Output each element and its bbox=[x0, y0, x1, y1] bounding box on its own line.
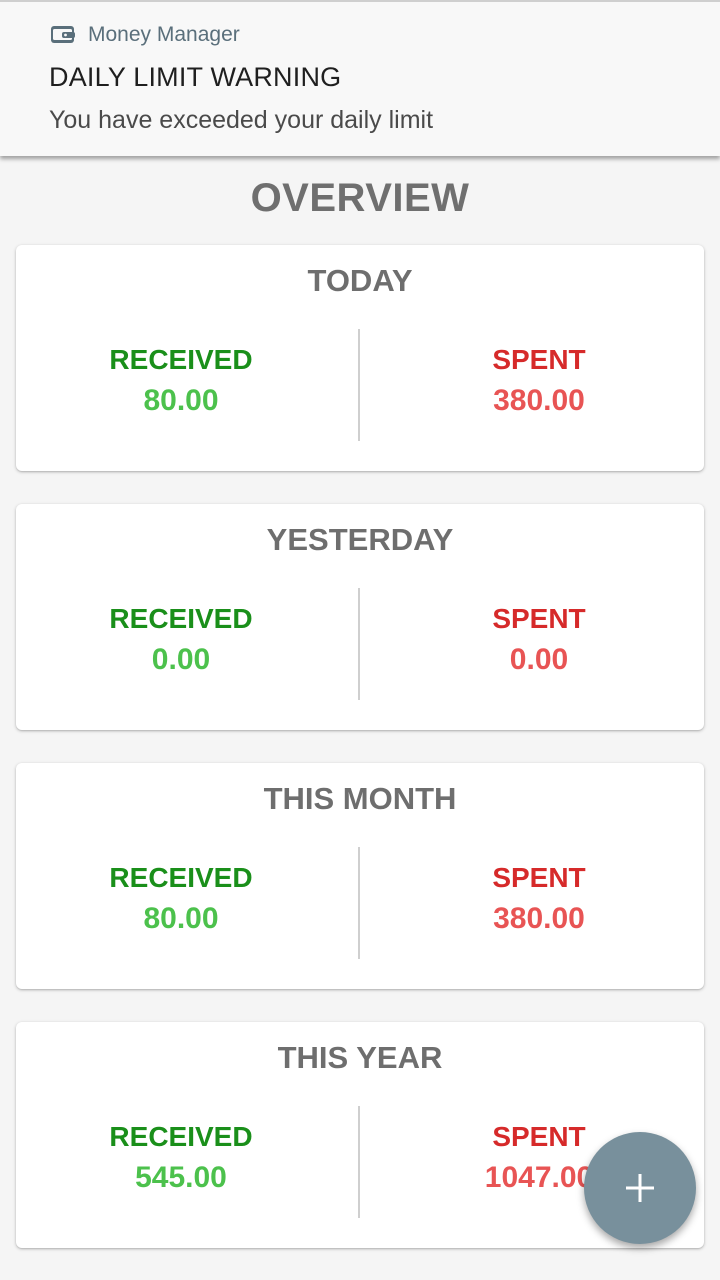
spent-value: 0.00 bbox=[509, 643, 569, 676]
spent-label: SPENT bbox=[492, 603, 586, 634]
received-value: 80.00 bbox=[143, 384, 219, 417]
add-transaction-button[interactable] bbox=[584, 1132, 696, 1244]
received-label: RECEIVED bbox=[109, 862, 253, 893]
received-section: RECEIVED 545.00 bbox=[16, 1120, 346, 1198]
spent-label: SPENT bbox=[492, 862, 586, 893]
notification-text: You have exceeded your daily limit bbox=[49, 106, 434, 134]
card-divider bbox=[358, 588, 360, 700]
spent-label: SPENT bbox=[492, 344, 586, 375]
spent-section: SPENT 380.00 bbox=[374, 343, 704, 421]
page-title: OVERVIEW bbox=[250, 176, 470, 220]
received-value: 80.00 bbox=[143, 902, 219, 935]
card-title: THIS YEAR bbox=[277, 1040, 443, 1075]
plus-icon bbox=[624, 1172, 656, 1204]
spent-value: 380.00 bbox=[493, 902, 585, 935]
card-title: TODAY bbox=[307, 263, 413, 298]
overview-screen: Money Manager DAILY LIMIT WARNING You ha… bbox=[0, 0, 720, 1280]
wallet-icon bbox=[50, 25, 76, 45]
card-divider bbox=[358, 847, 360, 959]
received-label: RECEIVED bbox=[109, 603, 253, 634]
card-divider bbox=[358, 1106, 360, 1218]
received-value: 0.00 bbox=[151, 643, 211, 676]
card-title: THIS MONTH bbox=[263, 781, 457, 816]
card-divider bbox=[358, 329, 360, 441]
notification-title: DAILY LIMIT WARNING bbox=[49, 62, 342, 92]
received-section: RECEIVED 80.00 bbox=[16, 861, 346, 939]
received-label: RECEIVED bbox=[109, 1121, 253, 1152]
daily-limit-notification[interactable]: Money Manager DAILY LIMIT WARNING You ha… bbox=[0, 0, 720, 156]
spent-section: SPENT 0.00 bbox=[374, 602, 704, 680]
card-title: YESTERDAY bbox=[266, 522, 454, 557]
card-today[interactable]: TODAY RECEIVED 80.00 SPENT 380.00 bbox=[16, 245, 704, 471]
notification-header: Money Manager bbox=[50, 20, 240, 50]
received-label: RECEIVED bbox=[109, 344, 253, 375]
received-section: RECEIVED 0.00 bbox=[16, 602, 346, 680]
notification-app-name: Money Manager bbox=[88, 23, 240, 46]
spent-value: 380.00 bbox=[493, 384, 585, 417]
received-value: 545.00 bbox=[135, 1161, 227, 1194]
received-section: RECEIVED 80.00 bbox=[16, 343, 346, 421]
card-yesterday[interactable]: YESTERDAY RECEIVED 0.00 SPENT 0.00 bbox=[16, 504, 704, 730]
spent-section: SPENT 380.00 bbox=[374, 861, 704, 939]
card-this-month[interactable]: THIS MONTH RECEIVED 80.00 SPENT 380.00 bbox=[16, 763, 704, 989]
